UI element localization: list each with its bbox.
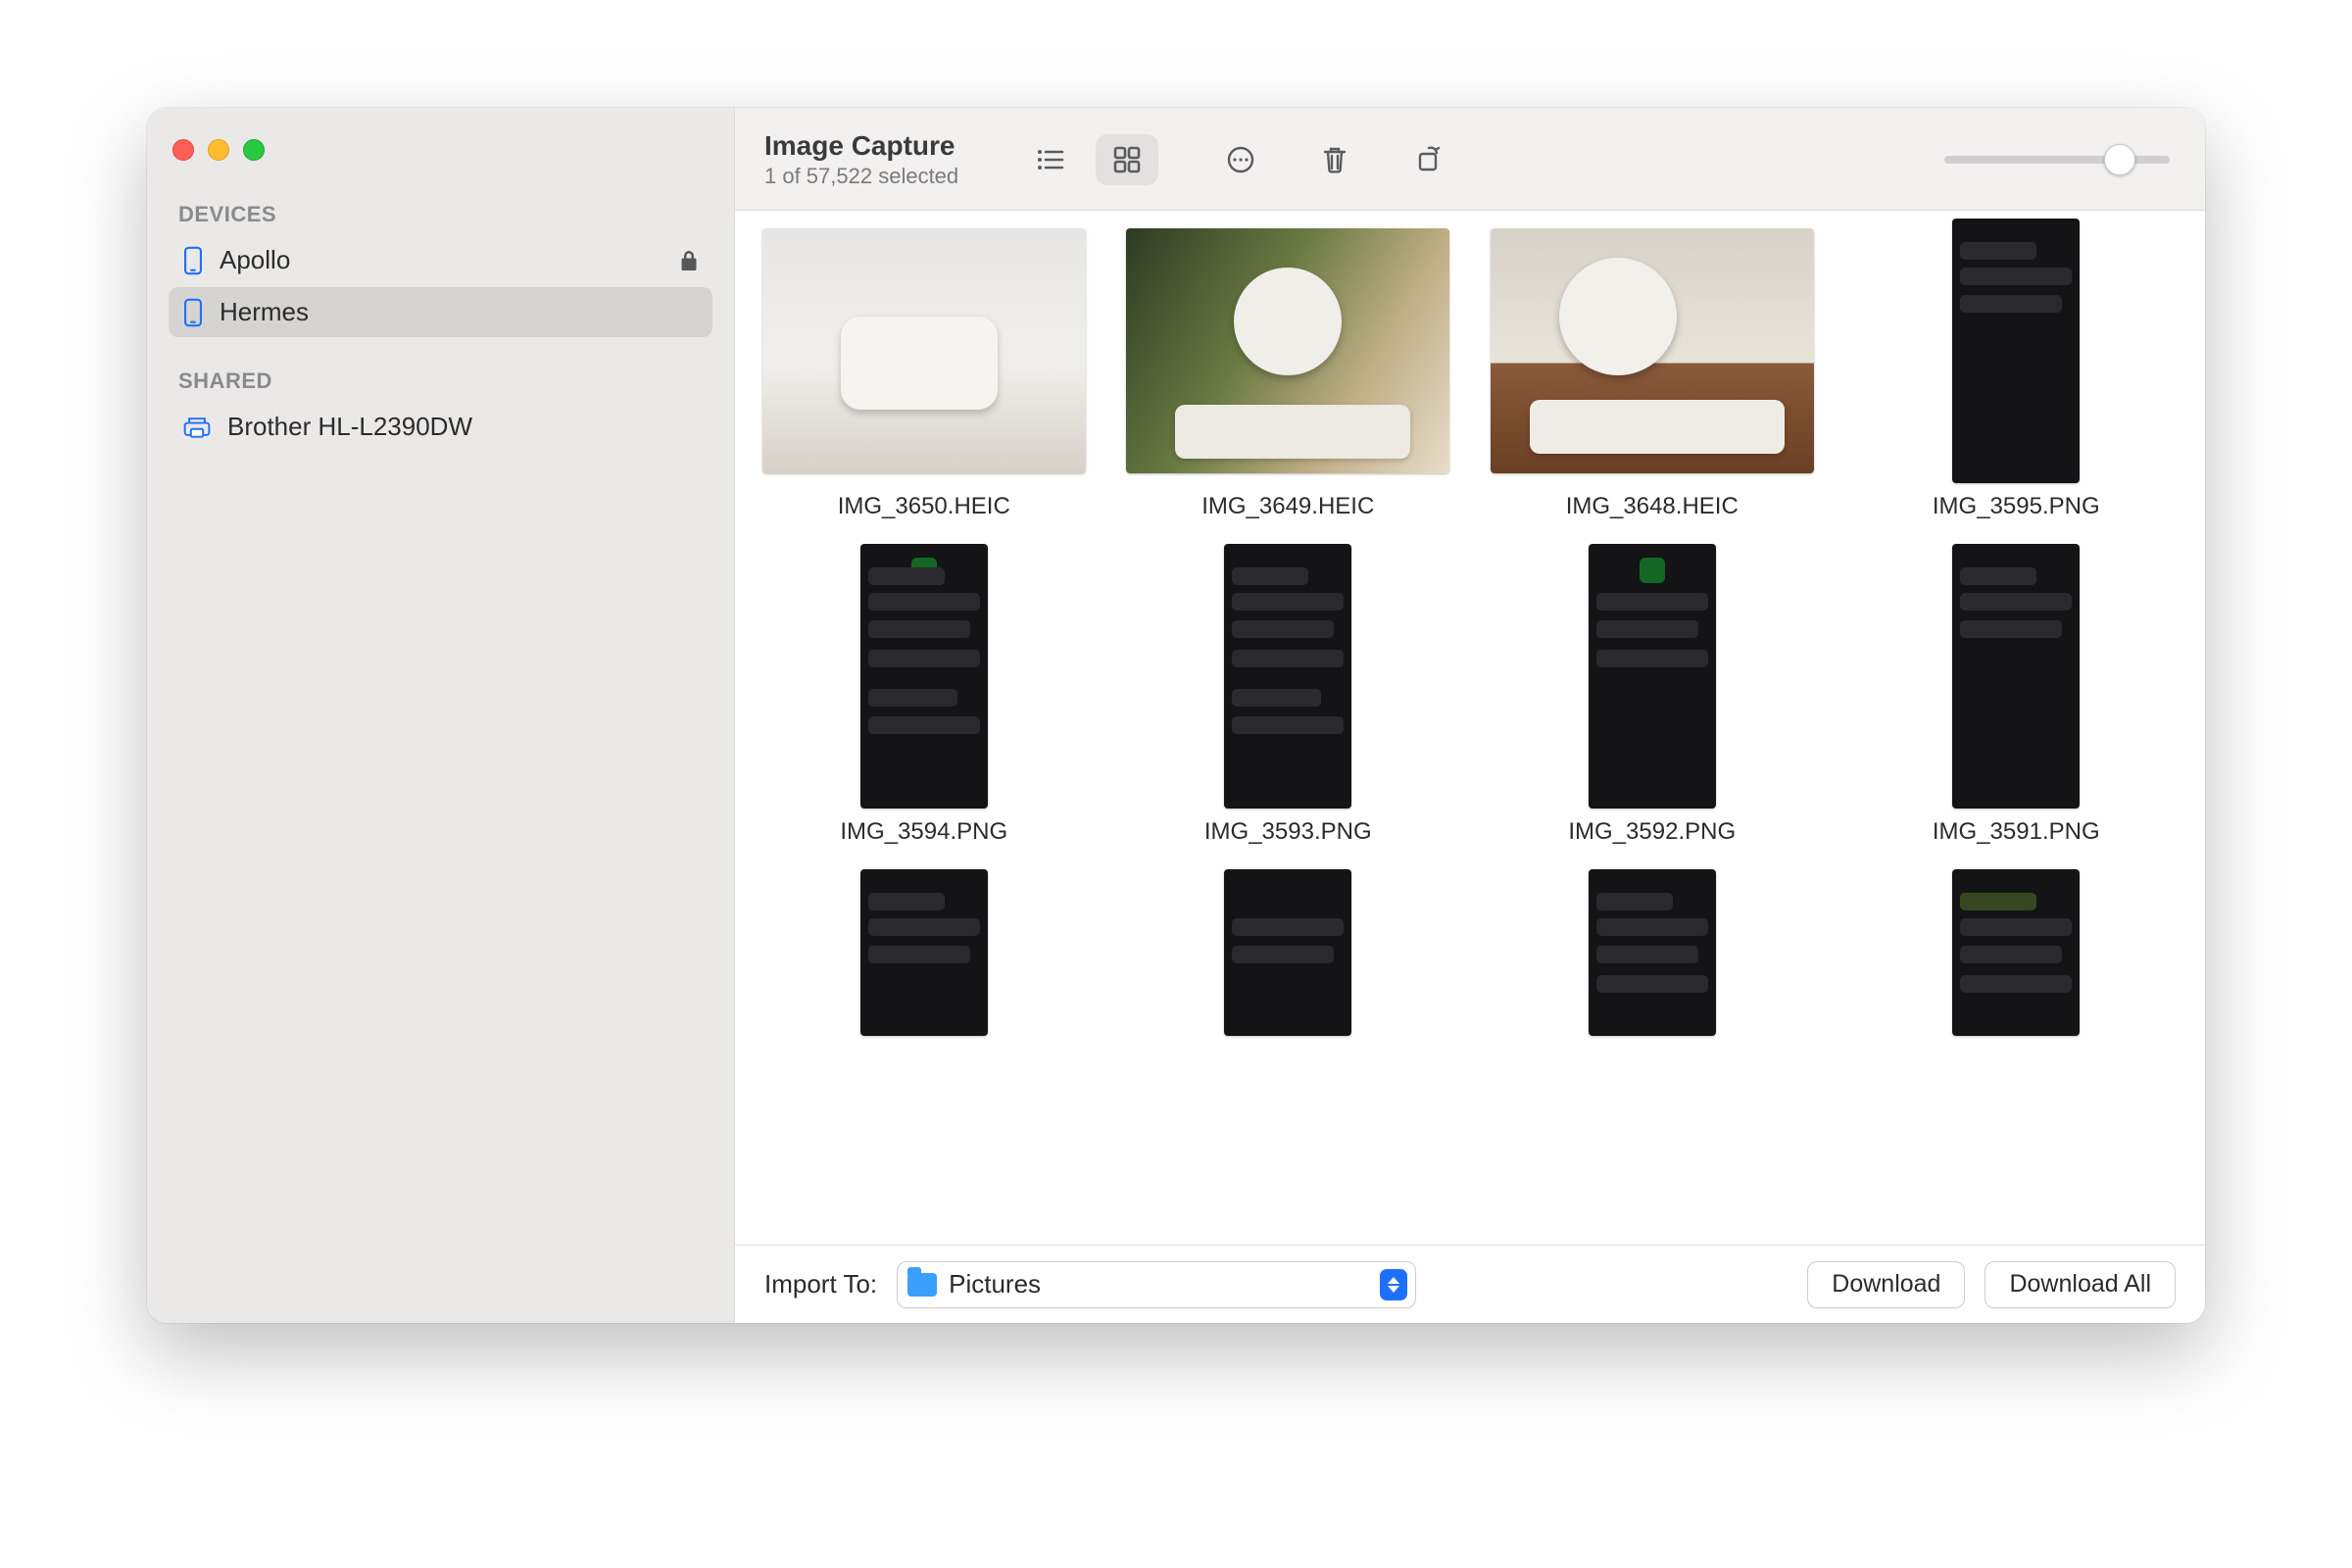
window-controls [172, 139, 712, 161]
lock-icon [679, 249, 699, 272]
thumbnail-image[interactable] [1224, 544, 1351, 808]
sidebar: DEVICES Apollo Hermes SHARED Brother HL-… [147, 108, 735, 1323]
phone-icon [182, 298, 204, 327]
sidebar-section-devices-label: DEVICES [178, 202, 712, 227]
dropdown-caret-icon [1380, 1269, 1407, 1300]
import-to-label: Import To: [764, 1269, 877, 1299]
minimize-window-button[interactable] [208, 139, 229, 161]
thumbnail-cell[interactable]: IMG_3650.HEIC [757, 219, 1092, 520]
zoom-window-button[interactable] [243, 139, 265, 161]
thumbnail-filename: IMG_3649.HEIC [1201, 493, 1374, 520]
thumbnail-cell[interactable]: IMG_3593.PNG [1121, 544, 1456, 846]
thumbnail-filename: IMG_3650.HEIC [838, 493, 1010, 520]
thumbnail-size-slider-wrap [1466, 156, 2176, 164]
sidebar-item-printer[interactable]: Brother HL-L2390DW [169, 402, 712, 452]
grid-view-button[interactable] [1096, 134, 1158, 185]
sidebar-item-device-hermes[interactable]: Hermes [169, 287, 712, 337]
main-area: Image Capture 1 of 57,522 selected [735, 108, 2205, 1323]
import-destination-select[interactable]: Pictures [897, 1261, 1416, 1308]
thumbnail-filename: IMG_3648.HEIC [1566, 493, 1739, 520]
download-all-button[interactable]: Download All [1984, 1261, 2176, 1308]
phone-icon [182, 246, 204, 275]
thumbnail-cell[interactable] [1849, 869, 2184, 1036]
sidebar-item-label: Apollo [220, 245, 290, 275]
thumbnail-cell[interactable] [1121, 869, 1456, 1036]
thumbnail-image[interactable] [1952, 544, 2080, 808]
thumbnail-image[interactable] [1589, 544, 1716, 808]
button-label: Download [1832, 1270, 1940, 1298]
delete-button[interactable] [1307, 134, 1362, 185]
selection-status: 1 of 57,522 selected [764, 164, 958, 189]
view-mode-group [1019, 134, 1158, 185]
thumbnail-filename: IMG_3591.PNG [1933, 818, 2100, 846]
sidebar-item-label: Brother HL-L2390DW [227, 412, 472, 442]
thumbnail-image[interactable] [1491, 228, 1814, 473]
thumbnail-cell[interactable]: IMG_3594.PNG [757, 544, 1092, 846]
thumbnail-image[interactable] [860, 869, 988, 1036]
thumbnail-cell[interactable]: IMG_3595.PNG [1849, 219, 2184, 520]
thumbnail-size-slider[interactable] [1944, 156, 2170, 164]
thumbnail-image[interactable] [1589, 869, 1716, 1036]
title-block: Image Capture 1 of 57,522 selected [764, 130, 958, 189]
import-destination-value: Pictures [949, 1269, 1368, 1299]
button-label: Download All [2009, 1270, 2151, 1298]
thumbnail-image[interactable] [762, 228, 1086, 473]
action-group [1213, 134, 1456, 185]
thumbnail-image[interactable] [860, 544, 988, 808]
thumbnail-cell[interactable]: IMG_3592.PNG [1485, 544, 1820, 846]
toolbar: Image Capture 1 of 57,522 selected [735, 108, 2205, 211]
sidebar-item-label: Hermes [220, 297, 309, 327]
thumbnail-image[interactable] [1224, 869, 1351, 1036]
thumbnail-cell[interactable]: IMG_3649.HEIC [1121, 219, 1456, 520]
scanner-icon [182, 415, 212, 440]
thumbnail-grid-area[interactable]: IMG_3650.HEIC IMG_3649.HEIC IMG_3648.HEI… [735, 211, 2205, 1245]
close-window-button[interactable] [172, 139, 194, 161]
thumbnail-cell[interactable] [757, 869, 1092, 1036]
folder-icon [907, 1273, 937, 1297]
thumbnail-filename: IMG_3593.PNG [1204, 818, 1372, 846]
footer-bar: Import To: Pictures Download Download Al… [735, 1245, 2205, 1323]
thumbnail-cell[interactable] [1485, 869, 1820, 1036]
slider-thumb[interactable] [2104, 144, 2135, 175]
download-button[interactable]: Download [1807, 1261, 1965, 1308]
sidebar-item-device-apollo[interactable]: Apollo [169, 235, 712, 285]
list-view-button[interactable] [1019, 134, 1082, 185]
more-actions-button[interactable] [1213, 134, 1268, 185]
thumbnail-image[interactable] [1952, 219, 2080, 483]
rotate-button[interactable] [1401, 134, 1456, 185]
thumbnail-grid: IMG_3650.HEIC IMG_3649.HEIC IMG_3648.HEI… [757, 219, 2183, 1036]
thumbnail-image[interactable] [1126, 228, 1449, 473]
thumbnail-filename: IMG_3595.PNG [1933, 493, 2100, 520]
thumbnail-cell[interactable]: IMG_3591.PNG [1849, 544, 2184, 846]
thumbnail-cell[interactable]: IMG_3648.HEIC [1485, 219, 1820, 520]
app-window: DEVICES Apollo Hermes SHARED Brother HL-… [147, 108, 2205, 1323]
thumbnail-filename: IMG_3592.PNG [1568, 818, 1736, 846]
sidebar-section-shared-label: SHARED [178, 368, 712, 394]
thumbnail-filename: IMG_3594.PNG [840, 818, 1007, 846]
app-title: Image Capture [764, 130, 958, 162]
thumbnail-image[interactable] [1952, 869, 2080, 1036]
